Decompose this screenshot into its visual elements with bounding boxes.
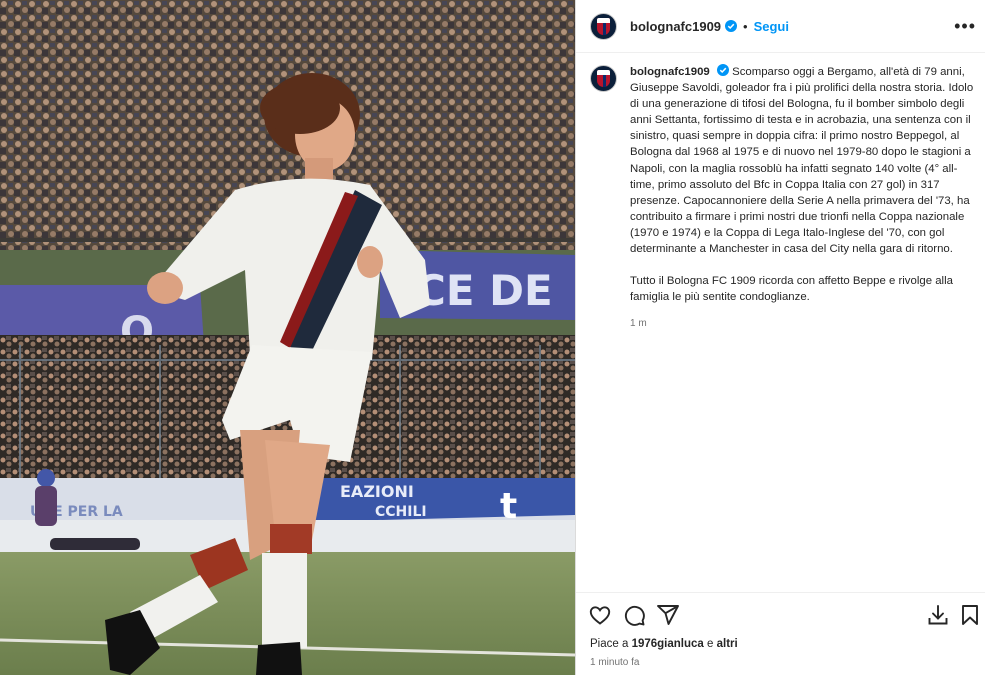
share-icon[interactable]	[656, 603, 680, 627]
header-separator: •	[743, 18, 748, 34]
banner-text-upper: CE DE	[415, 266, 553, 315]
comment-icon[interactable]	[622, 603, 646, 627]
post-side-panel: bolognafc1909 • Segui ••• bolognafc1909 …	[575, 0, 985, 675]
likes-prefix: Piace a	[590, 638, 629, 650]
profile-avatar[interactable]	[590, 12, 617, 40]
likes-user[interactable]: 1976gianluca	[632, 638, 704, 650]
header-username[interactable]: bolognafc1909	[630, 19, 721, 34]
caption-username[interactable]: bolognafc1909	[630, 66, 710, 78]
caption-text-1: Scomparso oggi a Bergamo, all'età di 79 …	[630, 66, 974, 256]
banner-text-lower2: CCHILI	[375, 504, 427, 520]
banner-text-lower: EAZIONI	[340, 482, 414, 501]
caption-body: bolognafc1909 Scomparso oggi a Bergamo, …	[630, 64, 975, 332]
post-timestamp[interactable]: 1 minuto fa	[590, 657, 639, 668]
follow-button[interactable]: Segui	[754, 19, 789, 34]
verified-badge-icon	[716, 64, 729, 76]
verified-badge-icon	[725, 20, 738, 32]
likes-others[interactable]: altri	[717, 638, 738, 650]
action-bar: Piace a 1976gianluca e altri 1 minuto fa	[576, 592, 985, 675]
caption-paragraph-2: Tutto il Bologna FC 1909 ricorda con aff…	[630, 275, 953, 304]
caption-paragraph-1: bolognafc1909 Scomparso oggi a Bergamo, …	[630, 64, 975, 257]
likes-connector: e	[707, 638, 714, 650]
caption-time: 1 m	[630, 318, 647, 330]
post-photo[interactable]: CE DE Q EAZIONI CCHILI t UNE PER LA	[0, 0, 575, 675]
download-icon[interactable]	[926, 603, 950, 627]
bookmark-icon[interactable]	[958, 603, 982, 627]
post-caption: bolognafc1909 Scomparso oggi a Bergamo, …	[590, 64, 975, 332]
post-header: bolognafc1909 • Segui •••	[576, 0, 985, 53]
caption-avatar[interactable]	[590, 65, 617, 92]
more-options-icon[interactable]: •••	[954, 16, 976, 37]
likes-summary[interactable]: Piace a 1976gianluca e altri	[590, 638, 738, 650]
photo-illustration: CE DE Q EAZIONI CCHILI t UNE PER LA	[0, 0, 575, 675]
heart-icon[interactable]	[588, 603, 612, 627]
